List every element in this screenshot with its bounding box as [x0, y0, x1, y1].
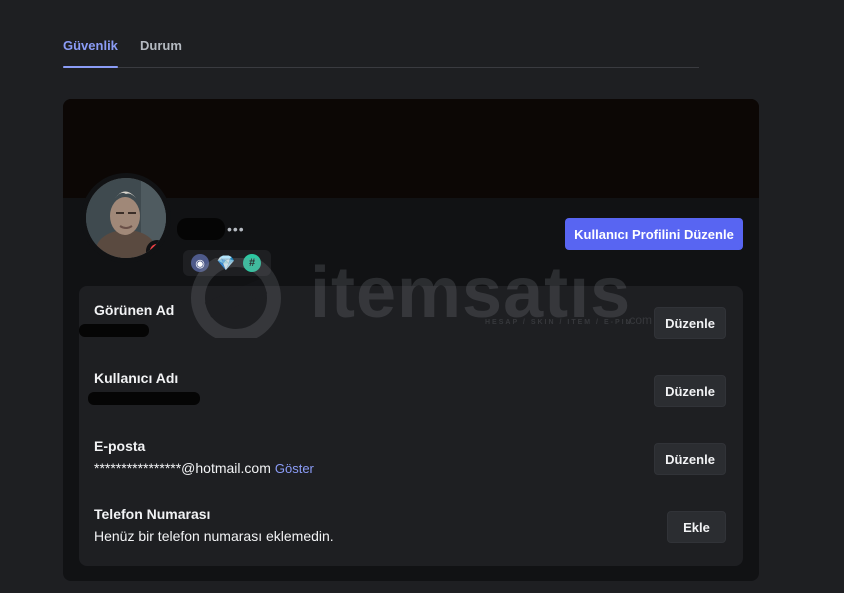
profile-banner	[63, 99, 759, 198]
email-label: E-posta	[94, 438, 146, 454]
email-field: E-posta ****************@hotmail.com Göst…	[94, 438, 314, 476]
badge-list: ◉ 💎 #	[183, 250, 271, 276]
edit-display-name-button[interactable]: Düzenle	[654, 307, 726, 339]
do-not-disturb-icon	[150, 244, 164, 258]
edit-user-profile-button[interactable]: Kullanıcı Profilini Düzenle	[565, 218, 743, 250]
reveal-email-link[interactable]: Göster	[275, 461, 314, 476]
hypesquad-icon[interactable]: ◉	[191, 254, 209, 272]
avatar-frame	[81, 173, 171, 263]
phone-value: Henüz bir telefon numarası eklemedin.	[94, 528, 334, 544]
username-field: Kullanıcı Adı	[88, 370, 200, 405]
display-name-field: Görünen Ad	[79, 302, 175, 337]
add-phone-button[interactable]: Ekle	[667, 511, 726, 543]
account-info-panel: Görünen Ad Düzenle Kullanıcı Adı Düzenle…	[79, 286, 743, 566]
edit-email-button[interactable]: Düzenle	[654, 443, 726, 475]
phone-field: Telefon Numarası Henüz bir telefon numar…	[94, 506, 334, 544]
account-profile-card: ••• ◉ 💎 # Kullanıcı Profilini Düzenle Gö…	[63, 99, 759, 581]
status-indicator	[146, 240, 166, 258]
display-name-label: Görünen Ad	[94, 302, 175, 318]
display-name-redacted	[79, 324, 149, 337]
settings-tabs: Güvenlik Durum	[63, 30, 699, 68]
avatar[interactable]	[86, 178, 166, 258]
username-redacted	[177, 218, 225, 240]
phone-label: Telefon Numarası	[94, 506, 211, 522]
edit-username-button[interactable]: Düzenle	[654, 375, 726, 407]
more-options-icon[interactable]: •••	[227, 221, 245, 237]
username-label: Kullanıcı Adı	[94, 370, 179, 386]
nitro-gem-icon[interactable]: 💎	[217, 254, 236, 272]
email-value-row: ****************@hotmail.com Göster	[94, 460, 314, 476]
active-developer-icon[interactable]: #	[243, 254, 261, 272]
username-value-redacted	[88, 392, 200, 405]
tab-security[interactable]: Güvenlik	[63, 38, 118, 68]
email-value: ****************@hotmail.com	[94, 460, 271, 476]
tab-status[interactable]: Durum	[140, 38, 182, 53]
